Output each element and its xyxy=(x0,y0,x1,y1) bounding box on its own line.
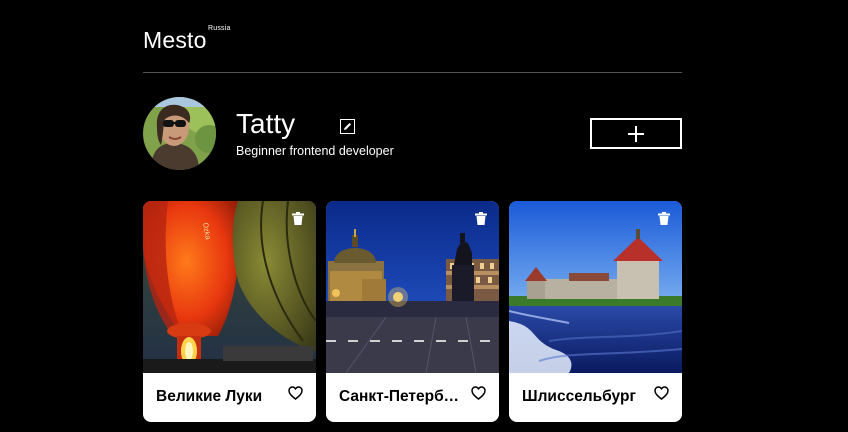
trash-icon[interactable] xyxy=(475,212,487,225)
add-card-button[interactable] xyxy=(590,118,682,149)
trash-icon[interactable] xyxy=(658,212,670,225)
card-photo-st-petersburg[interactable] xyxy=(326,201,499,373)
logo[interactable]: Mesto Russia xyxy=(143,25,230,54)
card: Ozka Великие Луки xyxy=(143,201,316,422)
edit-profile-button[interactable] xyxy=(340,119,355,134)
pencil-icon xyxy=(344,123,351,130)
card-footer: Великие Луки xyxy=(143,373,316,422)
profile-about: Beginner frontend developer xyxy=(236,144,394,158)
page: Mesto Russia Tatty Beginner frontend dev… xyxy=(143,0,682,422)
heart-icon[interactable] xyxy=(288,386,303,400)
avatar[interactable] xyxy=(143,97,216,170)
header: Mesto Russia xyxy=(143,0,682,73)
avatar-photo xyxy=(143,97,216,170)
heart-icon[interactable] xyxy=(654,386,669,400)
profile-name: Tatty xyxy=(236,108,296,139)
card-title: Шлиссельбург xyxy=(522,388,636,405)
logo-text: Mesto xyxy=(143,27,207,53)
card: Санкт-Петербург xyxy=(326,201,499,422)
card: Шлиссельбург xyxy=(509,201,682,422)
card-title: Великие Луки xyxy=(156,388,263,405)
heart-icon[interactable] xyxy=(471,386,486,400)
card-footer: Шлиссельбург xyxy=(509,373,682,422)
plus-icon xyxy=(628,125,644,142)
card-title: Санкт-Петербург xyxy=(339,388,464,405)
trash-icon[interactable] xyxy=(292,212,304,225)
logo-superscript: Russia xyxy=(208,25,231,32)
card-footer: Санкт-Петербург xyxy=(326,373,499,422)
profile: Tatty Beginner frontend developer xyxy=(143,73,682,201)
card-photo-balloons[interactable]: Ozka xyxy=(143,201,316,373)
card-photo-shlisselburg[interactable] xyxy=(509,201,682,373)
card-gallery: Ozka Великие Луки Санкт-Петербург Шлиссе… xyxy=(143,201,682,422)
